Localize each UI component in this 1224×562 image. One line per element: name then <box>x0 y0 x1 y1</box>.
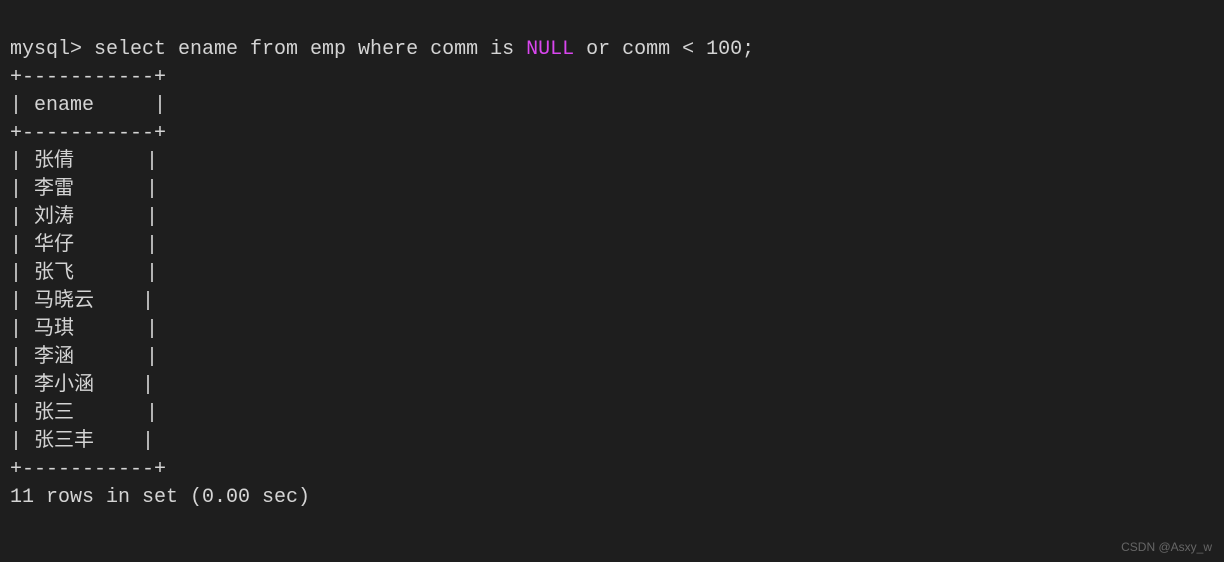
status-line: 11 rows in set (0.00 sec) <box>10 486 310 509</box>
mysql-prompt: mysql> <box>10 38 94 61</box>
query-part2: or comm < 100; <box>574 38 754 61</box>
watermark: CSDN @Asxy_w <box>1121 539 1212 556</box>
query-line: mysql> select ename from emp where comm … <box>10 38 754 61</box>
table-border-top: +-----------+ <box>10 66 166 89</box>
null-keyword: NULL <box>526 38 574 61</box>
table-row: | 李雷 | <box>10 178 158 201</box>
table-row: | 张飞 | <box>10 262 158 285</box>
table-row: | 马琪 | <box>10 318 158 341</box>
terminal-output: mysql> select ename from emp where comm … <box>10 8 1214 512</box>
table-row: | 李小涵 | <box>10 374 154 397</box>
query-part1: select ename from emp where comm is <box>94 38 526 61</box>
table-row: | 刘涛 | <box>10 206 158 229</box>
table-row: | 马晓云 | <box>10 290 154 313</box>
table-header: | ename | <box>10 94 166 117</box>
table-row: | 张三丰 | <box>10 430 154 453</box>
table-row: | 张三 | <box>10 402 158 425</box>
table-border-mid: +-----------+ <box>10 122 166 145</box>
table-border-bottom: +-----------+ <box>10 458 166 481</box>
table-row: | 张倩 | <box>10 150 158 173</box>
table-row: | 华仔 | <box>10 234 158 257</box>
table-row: | 李涵 | <box>10 346 158 369</box>
